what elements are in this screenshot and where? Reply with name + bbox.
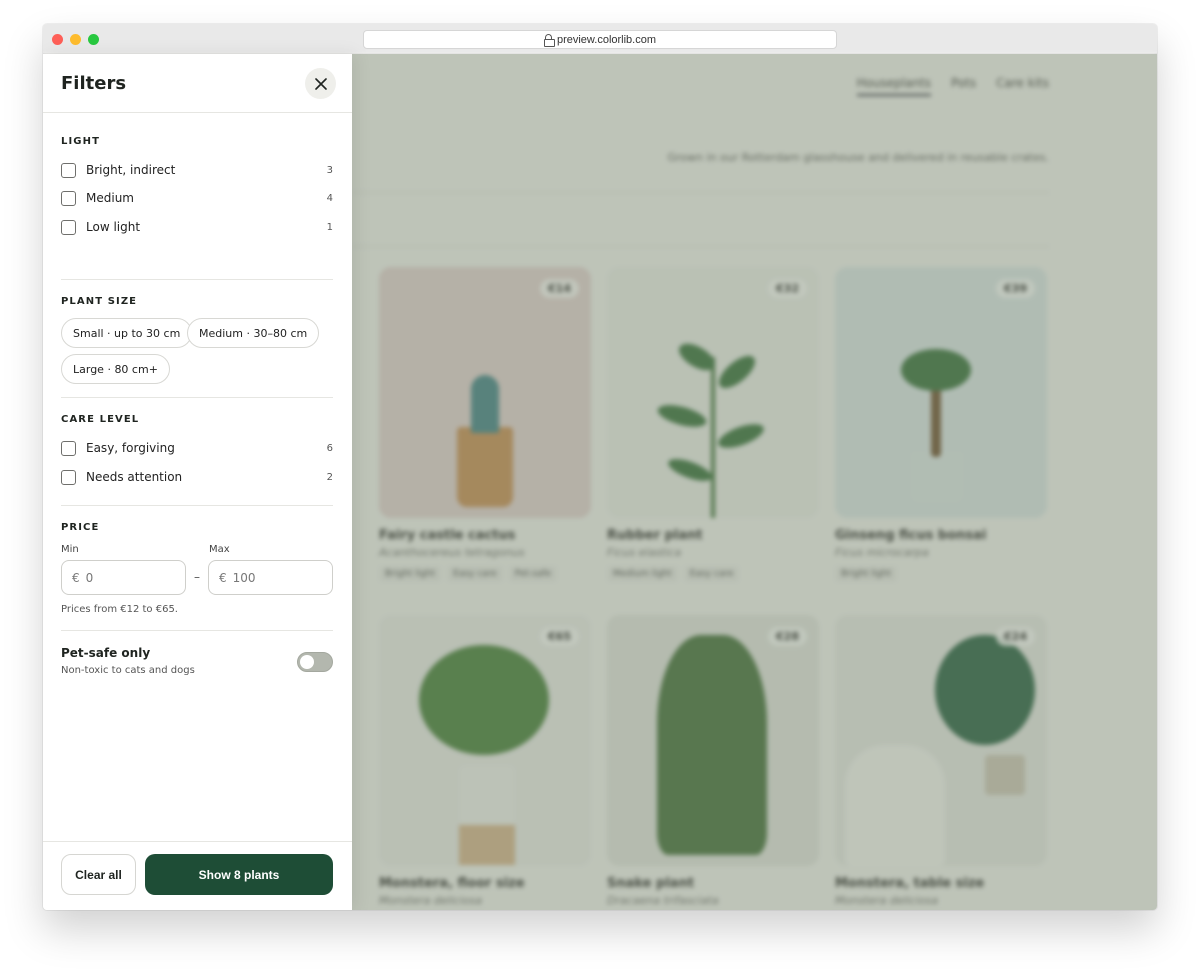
close-drawer-button[interactable] xyxy=(305,68,336,99)
filter-section-light: LIGHT Bright, indirect 3 Medium 4 Low li… xyxy=(61,136,333,246)
url-text: preview.colorlib.com xyxy=(556,33,657,46)
clear-all-button[interactable]: Clear all xyxy=(61,854,136,895)
browser-window: preview.colorlib.com Houseplants Pots Ca… xyxy=(43,24,1157,910)
size-chip-small[interactable]: Small · up to 30 cm xyxy=(61,318,193,348)
max-label: Max xyxy=(209,544,230,555)
section-divider xyxy=(61,505,333,506)
section-title: CARE LEVEL xyxy=(61,414,140,425)
checkbox[interactable] xyxy=(61,440,76,456)
drawer-footer: Clear all Show 8 plants xyxy=(43,841,352,910)
checkbox[interactable] xyxy=(61,162,76,178)
drawer-header: Filters xyxy=(43,54,352,113)
lock-icon xyxy=(543,34,555,47)
price-range-note: Prices from €12 to €65. xyxy=(61,604,178,615)
toggle-knob xyxy=(300,655,314,669)
option-count: 3 xyxy=(326,164,333,176)
option-label: Low light xyxy=(86,220,141,234)
option-label: Medium xyxy=(86,191,134,205)
filter-option-bright-indirect[interactable]: Bright, indirect 3 xyxy=(61,161,333,179)
section-divider xyxy=(61,397,333,398)
show-plants-button[interactable]: Show 8 plants xyxy=(145,854,333,895)
currency-symbol: € xyxy=(219,570,227,585)
section-divider xyxy=(61,630,333,631)
size-chip-large[interactable]: Large · 80 cm+ xyxy=(61,354,170,384)
option-count: 4 xyxy=(326,192,333,204)
filter-section-price: PRICE Min Max € 0 – € 100 Prices from €1… xyxy=(61,522,333,622)
checkbox[interactable] xyxy=(61,190,76,206)
filter-section-size: PLANT SIZE Small · up to 30 cm Medium · … xyxy=(61,296,333,386)
currency-symbol: € xyxy=(72,570,80,585)
option-count: 1 xyxy=(326,221,333,233)
address-bar[interactable]: preview.colorlib.com xyxy=(363,30,837,49)
option-count: 2 xyxy=(326,471,333,483)
filters-drawer: Filters LIGHT Bright, indirect 3 Medium … xyxy=(43,54,352,910)
option-count: 6 xyxy=(326,442,333,454)
max-price-input[interactable]: € 100 xyxy=(208,560,333,595)
section-title: LIGHT xyxy=(61,136,100,147)
section-title: PRICE xyxy=(61,522,100,533)
pet-safe-title: Pet-safe only xyxy=(61,646,151,660)
filter-option-needs-attention[interactable]: Needs attention 2 xyxy=(61,468,333,486)
option-label: Easy, forgiving xyxy=(86,441,175,455)
min-price-placeholder: 0 xyxy=(85,570,94,585)
filter-option-low-light[interactable]: Low light 1 xyxy=(61,218,333,236)
pet-safe-toggle[interactable] xyxy=(297,652,333,672)
option-label: Bright, indirect xyxy=(86,163,176,177)
option-label: Needs attention xyxy=(86,470,183,484)
section-title: PLANT SIZE xyxy=(61,296,138,307)
filter-option-easy[interactable]: Easy, forgiving 6 xyxy=(61,439,333,457)
section-divider xyxy=(61,279,333,280)
minimize-window-icon[interactable] xyxy=(70,34,81,45)
max-price-placeholder: 100 xyxy=(232,570,256,585)
min-price-input[interactable]: € 0 xyxy=(61,560,186,595)
filter-section-care: CARE LEVEL Easy, forgiving 6 Needs atten… xyxy=(61,414,333,494)
title-bar: preview.colorlib.com xyxy=(43,24,1157,54)
filter-option-medium[interactable]: Medium 4 xyxy=(61,189,333,207)
range-dash: – xyxy=(194,570,200,584)
checkbox[interactable] xyxy=(61,469,76,485)
pet-safe-row: Pet-safe only Non-toxic to cats and dogs xyxy=(61,646,333,686)
close-window-icon[interactable] xyxy=(52,34,63,45)
pet-safe-subtitle: Non-toxic to cats and dogs xyxy=(61,665,195,676)
size-chip-medium[interactable]: Medium · 30–80 cm xyxy=(187,318,320,348)
drawer-title: Filters xyxy=(61,73,127,94)
min-label: Min xyxy=(61,544,79,555)
close-icon xyxy=(314,77,327,90)
maximize-window-icon[interactable] xyxy=(88,34,99,45)
checkbox[interactable] xyxy=(61,219,76,235)
